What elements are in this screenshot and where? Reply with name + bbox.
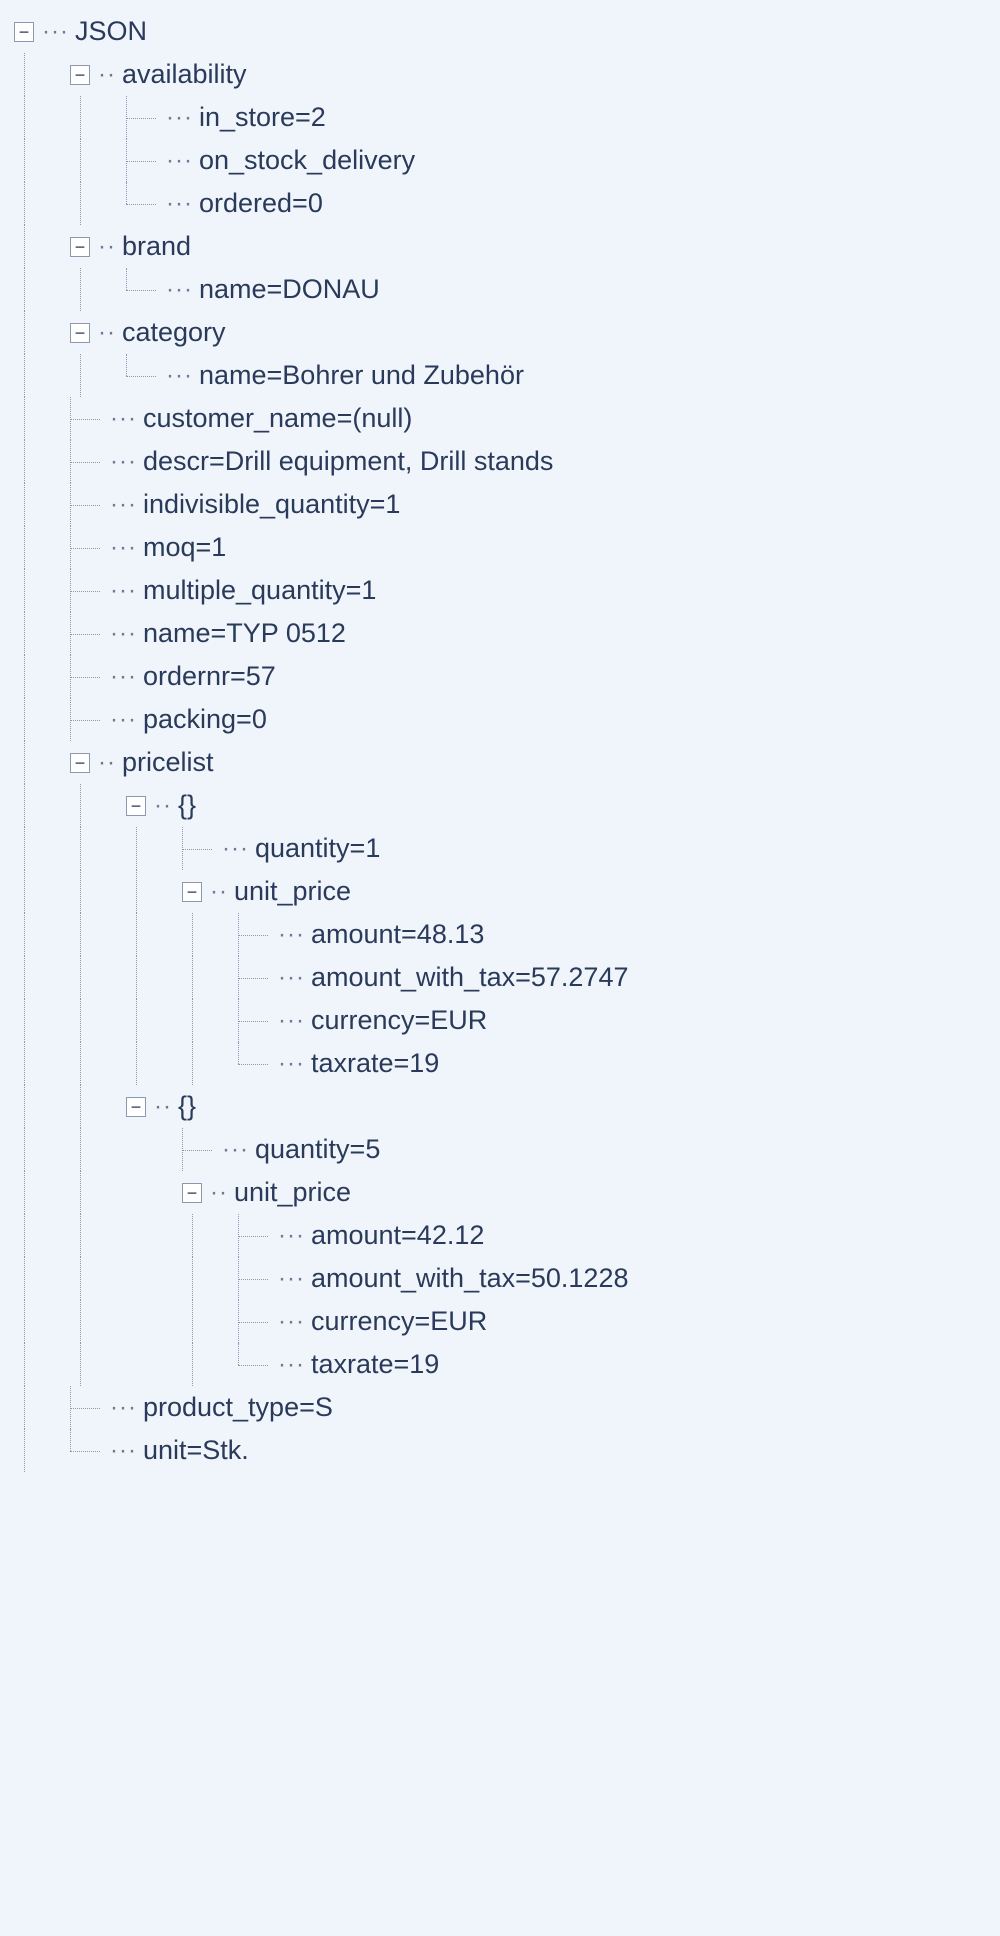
json-tree-view: − ··· JSON − ·· availability ··· in_stor…: [0, 0, 1000, 1472]
node-label: amount=42.12: [311, 1220, 484, 1251]
node-label: descr=Drill equipment, Drill stands: [143, 446, 553, 477]
node-label: customer_name=(null): [143, 403, 412, 434]
tree-leaf[interactable]: ···descr=Drill equipment, Drill stands: [14, 440, 1000, 483]
tree-leaf[interactable]: ···packing=0: [14, 698, 1000, 741]
node-label: pricelist: [122, 747, 214, 778]
tree-leaf[interactable]: ···taxrate=19: [14, 1343, 1000, 1386]
tree-node-unit-price[interactable]: − ·· unit_price: [14, 1171, 1000, 1214]
tree-node-brand[interactable]: − ·· brand: [14, 225, 1000, 268]
node-label: name=Bohrer und Zubehör: [199, 360, 524, 391]
tree-leaf[interactable]: ···ordernr=57: [14, 655, 1000, 698]
tree-leaf[interactable]: ···indivisible_quantity=1: [14, 483, 1000, 526]
collapse-icon[interactable]: −: [126, 1097, 146, 1117]
node-label: product_type=S: [143, 1392, 333, 1423]
tree-leaf[interactable]: ···amount=42.12: [14, 1214, 1000, 1257]
tree-leaf[interactable]: ···currency=EUR: [14, 1300, 1000, 1343]
node-label: quantity=1: [255, 833, 380, 864]
node-label: JSON: [75, 16, 147, 47]
tree-leaf[interactable]: ···moq=1: [14, 526, 1000, 569]
collapse-icon[interactable]: −: [14, 22, 34, 42]
tree-leaf[interactable]: ··· name=Bohrer und Zubehör: [14, 354, 1000, 397]
tree-leaf[interactable]: ··· in_store=2: [14, 96, 1000, 139]
node-label: {}: [178, 1091, 196, 1122]
tree-leaf[interactable]: ··· on_stock_delivery: [14, 139, 1000, 182]
collapse-icon[interactable]: −: [70, 323, 90, 343]
collapse-icon[interactable]: −: [182, 1183, 202, 1203]
tree-leaf[interactable]: ···taxrate=19: [14, 1042, 1000, 1085]
tree-node-root[interactable]: − ··· JSON: [14, 10, 1000, 53]
tree-leaf[interactable]: ···currency=EUR: [14, 999, 1000, 1042]
tree-node-category[interactable]: − ·· category: [14, 311, 1000, 354]
node-label: indivisible_quantity=1: [143, 489, 400, 520]
collapse-icon[interactable]: −: [126, 796, 146, 816]
node-label: name=DONAU: [199, 274, 380, 305]
tree-node-pricelist[interactable]: − ·· pricelist: [14, 741, 1000, 784]
node-label: amount=48.13: [311, 919, 484, 950]
node-label: {}: [178, 790, 196, 821]
tree-leaf[interactable]: ···amount=48.13: [14, 913, 1000, 956]
collapse-icon[interactable]: −: [70, 237, 90, 257]
tree-node-object[interactable]: − ·· {}: [14, 784, 1000, 827]
tree-node-unit-price[interactable]: − ·· unit_price: [14, 870, 1000, 913]
node-label: currency=EUR: [311, 1306, 487, 1337]
tree-node-availability[interactable]: − ·· availability: [14, 53, 1000, 96]
collapse-icon[interactable]: −: [70, 753, 90, 773]
tree-leaf[interactable]: ··· name=DONAU: [14, 268, 1000, 311]
node-label: name=TYP 0512: [143, 618, 346, 649]
tree-leaf[interactable]: ··· quantity=5: [14, 1128, 1000, 1171]
tree-leaf[interactable]: ··· quantity=1: [14, 827, 1000, 870]
tree-connector: ···: [42, 18, 69, 46]
node-label: category: [122, 317, 226, 348]
node-label: taxrate=19: [311, 1048, 439, 1079]
tree-leaf[interactable]: ···name=TYP 0512: [14, 612, 1000, 655]
node-label: packing=0: [143, 704, 267, 735]
node-label: unit_price: [234, 1177, 351, 1208]
tree-leaf[interactable]: ···multiple_quantity=1: [14, 569, 1000, 612]
node-label: taxrate=19: [311, 1349, 439, 1380]
tree-leaf[interactable]: ···product_type=S: [14, 1386, 1000, 1429]
tree-leaf[interactable]: ···amount_with_tax=57.2747: [14, 956, 1000, 999]
tree-leaf[interactable]: ···customer_name=(null): [14, 397, 1000, 440]
node-label: amount_with_tax=57.2747: [311, 962, 629, 993]
collapse-icon[interactable]: −: [70, 65, 90, 85]
node-label: amount_with_tax=50.1228: [311, 1263, 629, 1294]
node-label: ordernr=57: [143, 661, 276, 692]
node-label: ordered=0: [199, 188, 323, 219]
tree-leaf[interactable]: ···unit=Stk.: [14, 1429, 1000, 1472]
node-label: quantity=5: [255, 1134, 380, 1165]
node-label: on_stock_delivery: [199, 145, 415, 176]
tree-leaf[interactable]: ···amount_with_tax=50.1228: [14, 1257, 1000, 1300]
node-label: multiple_quantity=1: [143, 575, 376, 606]
node-label: brand: [122, 231, 191, 262]
node-label: availability: [122, 59, 247, 90]
node-label: unit_price: [234, 876, 351, 907]
node-label: unit=Stk.: [143, 1435, 249, 1466]
node-label: currency=EUR: [311, 1005, 487, 1036]
collapse-icon[interactable]: −: [182, 882, 202, 902]
tree-leaf[interactable]: ··· ordered=0: [14, 182, 1000, 225]
node-label: in_store=2: [199, 102, 326, 133]
node-label: moq=1: [143, 532, 226, 563]
tree-node-object[interactable]: − ·· {}: [14, 1085, 1000, 1128]
